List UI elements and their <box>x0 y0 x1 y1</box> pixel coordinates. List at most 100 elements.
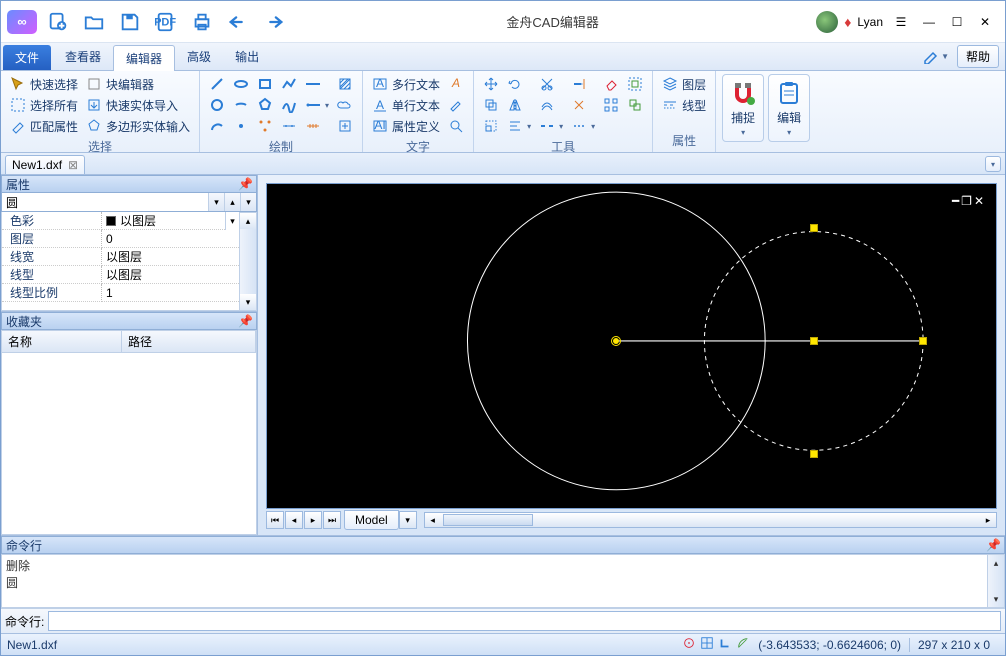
qat-new-button[interactable] <box>43 7 73 37</box>
menu-output[interactable]: 输出 <box>223 43 271 70</box>
hscroll-thumb[interactable] <box>443 514 533 526</box>
win-maximize-button[interactable]: ☐ <box>943 10 971 34</box>
btn-divide[interactable] <box>278 116 300 136</box>
property-nav-up[interactable]: ▴ <box>224 193 240 211</box>
btn-hatch[interactable] <box>334 74 356 94</box>
grip-center[interactable] <box>810 337 818 345</box>
btn-text-style[interactable]: A <box>445 74 467 94</box>
user-name[interactable]: Lyan <box>857 15 883 29</box>
btn-rect[interactable] <box>254 74 276 94</box>
property-nav-down[interactable]: ▾ <box>240 193 256 211</box>
hscroll-left-icon[interactable]: ◂ <box>425 515 441 526</box>
btn-cloud[interactable] <box>334 95 356 115</box>
favorites-col-name[interactable]: 名称 <box>2 331 122 352</box>
menu-editor[interactable]: 编辑器 <box>113 45 175 71</box>
btn-arc[interactable] <box>206 116 228 136</box>
pin-icon[interactable]: 📌 <box>238 314 253 328</box>
document-tab[interactable]: New1.dxf ⊠ <box>5 155 85 174</box>
favorites-col-path[interactable]: 路径 <box>122 331 256 352</box>
btn-extra-dd[interactable]: ▾ <box>568 116 598 136</box>
status-grid-icon[interactable] <box>700 636 714 653</box>
btn-poly-entity-input[interactable]: 多边形实体输入 <box>83 116 193 136</box>
grip-top[interactable] <box>810 224 818 232</box>
btn-layers[interactable]: 图层 <box>659 74 709 94</box>
drawing-canvas[interactable]: ━❐✕ <box>266 183 997 509</box>
status-polar-icon[interactable] <box>736 636 750 653</box>
qat-undo-button[interactable] <box>223 7 253 37</box>
scroll-up-icon[interactable]: ▴ <box>240 213 256 229</box>
property-type-dropdown[interactable]: ▾ <box>208 193 224 211</box>
btn-ray-dd[interactable]: ▾ <box>302 95 332 115</box>
property-scrollbar[interactable]: ▴ ▾ <box>240 212 257 311</box>
btn-spline[interactable] <box>278 95 300 115</box>
menu-viewer[interactable]: 查看器 <box>53 43 113 70</box>
btn-block-insert[interactable] <box>334 116 356 136</box>
btn-erase[interactable] <box>600 74 622 94</box>
qat-redo-button[interactable] <box>259 7 289 37</box>
btn-line[interactable] <box>206 74 228 94</box>
btn-group[interactable] <box>624 74 646 94</box>
win-menu-button[interactable]: ☰ <box>887 10 915 34</box>
btn-select-all[interactable]: 选择所有 <box>7 95 81 115</box>
btn-measure[interactable] <box>302 116 332 136</box>
status-ortho-icon[interactable] <box>718 636 732 653</box>
btn-edit-big[interactable]: 编辑 ▾ <box>768 74 810 142</box>
btn-snap-big[interactable]: 捕捉 ▾ <box>722 74 764 142</box>
menu-file[interactable]: 文件 <box>3 45 51 70</box>
prop-row-ltscale[interactable]: 线型比例1 <box>2 284 239 302</box>
favorites-list[interactable] <box>1 353 257 535</box>
win-close-button[interactable]: ✕ <box>971 10 999 34</box>
btn-polygon-draw[interactable] <box>254 95 276 115</box>
help-button[interactable]: 帮助 <box>957 45 999 68</box>
modeltab-first[interactable]: ⏮ <box>266 511 284 529</box>
prop-row-layer[interactable]: 图层0 <box>2 230 239 248</box>
prop-row-lineweight[interactable]: 线宽以图层 <box>2 248 239 266</box>
modeltab-prev[interactable]: ◂ <box>285 511 303 529</box>
btn-polyline[interactable] <box>278 74 300 94</box>
btn-text-search[interactable] <box>445 116 467 136</box>
qat-print-button[interactable] <box>187 7 217 37</box>
scroll-down-icon[interactable]: ▾ <box>240 294 256 310</box>
btn-offset[interactable] <box>536 95 566 115</box>
qat-open-button[interactable] <box>79 7 109 37</box>
btn-circle[interactable] <box>206 95 228 115</box>
model-tab[interactable]: Model <box>344 510 399 530</box>
pin-icon[interactable]: 📌 <box>238 177 253 191</box>
command-input[interactable] <box>48 611 1001 631</box>
doctabs-menu-button[interactable]: ▾ <box>985 156 1001 172</box>
prop-row-color[interactable]: 色彩 以图层 ▾ <box>2 212 239 230</box>
btn-ellipse[interactable] <box>230 74 252 94</box>
btn-match-prop[interactable]: 匹配属性 <box>7 116 81 136</box>
grip-bottom[interactable] <box>810 450 818 458</box>
btn-scale[interactable] <box>480 116 502 136</box>
btn-explode[interactable] <box>568 95 598 115</box>
btn-block-editor[interactable]: 块编辑器 <box>83 74 193 94</box>
btn-mirror[interactable] <box>504 95 534 115</box>
command-log-scrollbar[interactable]: ▴ ▾ <box>987 555 1004 607</box>
win-minimize-button[interactable]: — <box>915 10 943 34</box>
avatar[interactable] <box>816 11 838 33</box>
prop-dropdown-button[interactable]: ▾ <box>225 212 239 230</box>
btn-point[interactable] <box>230 116 252 136</box>
modeltab-last[interactable]: ⏭ <box>323 511 341 529</box>
menubar-palette-button[interactable]: ▼ <box>919 48 953 66</box>
btn-trim[interactable] <box>536 74 566 94</box>
btn-quick-select[interactable]: 快速选择 <box>7 74 81 94</box>
canvas-hscroll[interactable]: ◂ ▸ <box>424 512 997 528</box>
btn-stext[interactable]: A单行文本 <box>369 95 443 115</box>
btn-copy[interactable] <box>480 95 502 115</box>
btn-move[interactable] <box>480 74 502 94</box>
btn-attr-def[interactable]: AI属性定义 <box>369 116 443 136</box>
btn-ungroup[interactable] <box>624 95 646 115</box>
hscroll-right-icon[interactable]: ▸ <box>980 515 996 526</box>
qat-pdf-button[interactable]: PDF <box>151 7 181 37</box>
prop-row-linetype[interactable]: 线型以图层 <box>2 266 239 284</box>
btn-rotate[interactable] <box>504 74 534 94</box>
close-tab-icon[interactable]: ⊠ <box>68 158 78 172</box>
command-log[interactable]: 删除 圆 ▴ ▾ <box>1 554 1005 608</box>
btn-align-dd[interactable]: ▾ <box>504 116 534 136</box>
btn-ellipse-arc[interactable] <box>230 95 252 115</box>
btn-break-dd[interactable]: ▾ <box>536 116 566 136</box>
modeltab-next[interactable]: ▸ <box>304 511 322 529</box>
btn-mtext[interactable]: A多行文本 <box>369 74 443 94</box>
